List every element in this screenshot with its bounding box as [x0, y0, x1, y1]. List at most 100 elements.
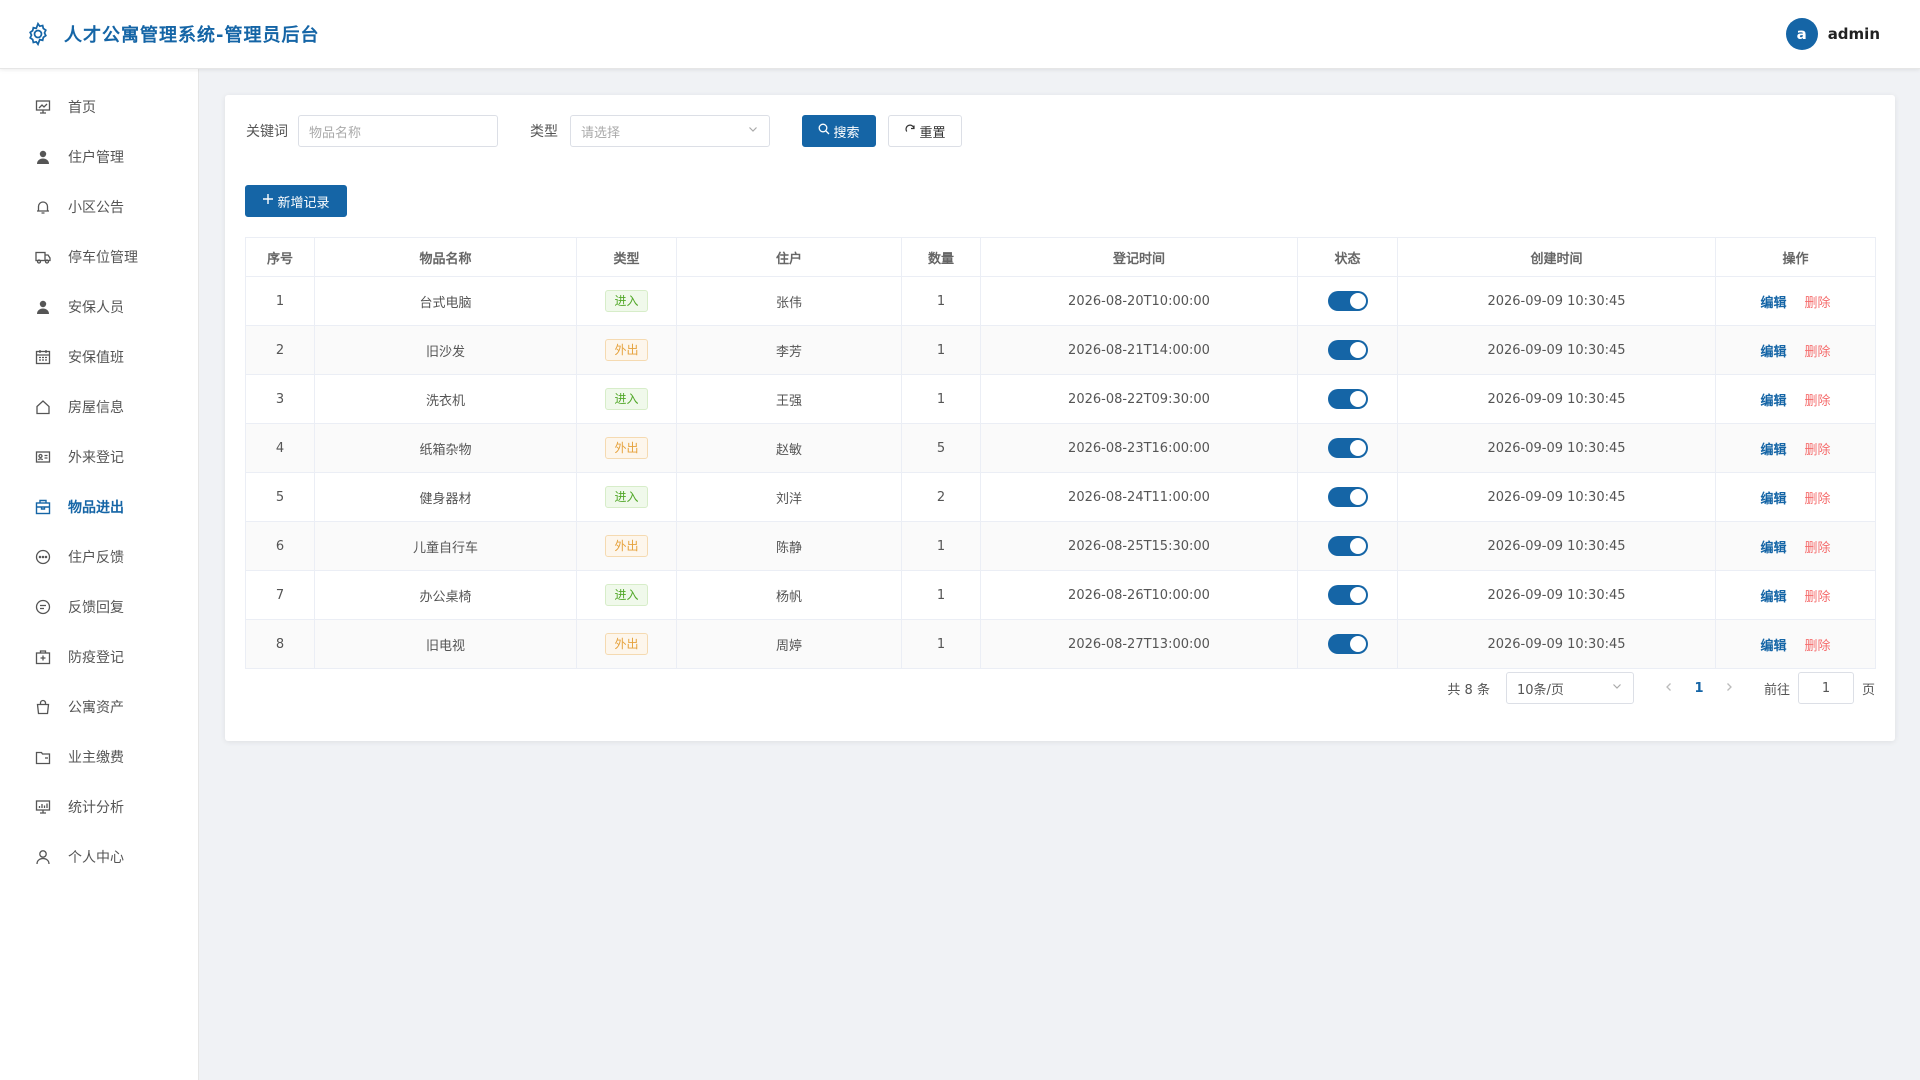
sidebar-item-label: 安保值班: [68, 350, 124, 366]
cell-actions: 编辑 删除: [1715, 276, 1876, 326]
delete-link[interactable]: 删除: [1805, 394, 1831, 409]
app-title: 人才公寓管理系统-管理员后台: [64, 25, 320, 46]
sidebar-item-home[interactable]: 首页: [0, 82, 198, 132]
page-size-select[interactable]: 10条/页: [1505, 672, 1634, 704]
table-row: 3 洗衣机 进入 王强 1 2026-08-22T09:30:00 2026-0…: [245, 374, 1876, 424]
sidebar-item-visitors[interactable]: 外来登记: [0, 432, 198, 482]
type-tag: 进入: [605, 388, 648, 410]
status-toggle[interactable]: [1327, 291, 1368, 311]
cell-qty: 5: [901, 423, 981, 473]
gear-icon: [24, 20, 52, 48]
edit-link[interactable]: 编辑: [1760, 345, 1786, 360]
edit-link[interactable]: 编辑: [1760, 639, 1786, 654]
edit-link[interactable]: 编辑: [1760, 492, 1786, 507]
prev-page-button[interactable]: [1654, 681, 1684, 696]
sidebar-item-label: 统计分析: [68, 800, 124, 816]
goods-table: 序号 物品名称 类型 住户 数量 登记时间 状态 创建时间 操作 1 台式电脑 …: [245, 237, 1876, 669]
dashboard-icon: [34, 98, 52, 116]
sidebar-item-profile[interactable]: 个人中心: [0, 832, 198, 882]
sidebar-item-housing[interactable]: 房屋信息: [0, 382, 198, 432]
keyword-label: 关键词: [246, 124, 288, 140]
status-toggle[interactable]: [1327, 487, 1368, 507]
chat-reply-icon: [34, 598, 52, 616]
cell-reg-time: 2026-08-23T16:00:00: [980, 423, 1298, 473]
calendar-icon: [34, 348, 52, 366]
edit-link[interactable]: 编辑: [1760, 296, 1786, 311]
sidebar-item-label: 住户反馈: [68, 550, 124, 566]
cell-actions: 编辑 删除: [1715, 619, 1876, 669]
sidebar-item-statistics[interactable]: 统计分析: [0, 782, 198, 832]
page-number-current[interactable]: 1: [1684, 681, 1714, 696]
avatar[interactable]: a: [1785, 18, 1818, 50]
edit-link[interactable]: 编辑: [1760, 394, 1786, 409]
sidebar-item-goods[interactable]: 物品进出: [0, 482, 198, 532]
status-toggle[interactable]: [1327, 536, 1368, 556]
edit-link[interactable]: 编辑: [1760, 443, 1786, 458]
status-toggle[interactable]: [1327, 389, 1368, 409]
status-toggle[interactable]: [1327, 634, 1368, 654]
sidebar-item-assets[interactable]: 公寓资产: [0, 682, 198, 732]
sidebar-item-feedback[interactable]: 住户反馈: [0, 532, 198, 582]
username[interactable]: admin: [1828, 25, 1880, 43]
status-toggle[interactable]: [1327, 585, 1368, 605]
delete-link[interactable]: 删除: [1805, 639, 1831, 654]
sidebar-item-label: 首页: [68, 100, 96, 116]
cell-status: [1297, 472, 1398, 522]
next-page-button[interactable]: [1714, 681, 1744, 696]
sidebar-item-payments[interactable]: 业主缴费: [0, 732, 198, 782]
sidebar-item-residents[interactable]: 住户管理: [0, 132, 198, 182]
table-row: 7 办公桌椅 进入 杨帆 1 2026-08-26T10:00:00 2026-…: [245, 570, 1876, 620]
delete-link[interactable]: 删除: [1805, 590, 1831, 605]
cell-actions: 编辑 删除: [1715, 423, 1876, 473]
reset-button[interactable]: 重置: [888, 115, 962, 147]
cell-type: 外出: [576, 423, 677, 473]
edit-link[interactable]: 编辑: [1760, 541, 1786, 556]
toggle-knob: [1349, 342, 1366, 358]
delete-link[interactable]: 删除: [1805, 345, 1831, 360]
col-header-name: 物品名称: [314, 237, 577, 277]
type-tag: 进入: [605, 486, 648, 508]
user-menu[interactable]: a admin: [1785, 18, 1880, 50]
delete-link[interactable]: 删除: [1805, 443, 1831, 458]
table-header-row: 序号 物品名称 类型 住户 数量 登记时间 状态 创建时间 操作: [245, 237, 1876, 277]
bell-icon: [34, 198, 52, 216]
cell-type: 进入: [576, 472, 677, 522]
bag-icon: [34, 698, 52, 716]
cell-resident: 周婷: [676, 619, 902, 669]
cell-resident: 陈静: [676, 521, 902, 571]
sidebar-item-label: 公寓资产: [68, 700, 124, 716]
sidebar-item-feedback-reply[interactable]: 反馈回复: [0, 582, 198, 632]
search-button[interactable]: 搜索: [802, 115, 876, 147]
cell-type: 外出: [576, 325, 677, 375]
cell-created: 2026-09-09 10:30:45: [1397, 374, 1716, 424]
delete-link[interactable]: 删除: [1805, 541, 1831, 556]
cell-actions: 编辑 删除: [1715, 472, 1876, 522]
sidebar-item-parking[interactable]: 停车位管理: [0, 232, 198, 282]
cell-status: [1297, 276, 1398, 326]
cell-status: [1297, 619, 1398, 669]
delete-link[interactable]: 删除: [1805, 492, 1831, 507]
sidebar-item-notices[interactable]: 小区公告: [0, 182, 198, 232]
user-icon: [34, 148, 52, 166]
type-tag: 进入: [605, 584, 648, 606]
sidebar-item-security-staff[interactable]: 安保人员: [0, 282, 198, 332]
cell-reg-time: 2026-08-24T11:00:00: [980, 472, 1298, 522]
cell-name: 台式电脑: [314, 276, 577, 326]
total-count: 共 8 条: [1447, 682, 1490, 698]
cell-index: 2: [245, 325, 315, 375]
type-select[interactable]: 请选择: [570, 115, 770, 147]
edit-link[interactable]: 编辑: [1760, 590, 1786, 605]
id-card-icon: [34, 448, 52, 466]
add-record-button[interactable]: 新增记录: [245, 185, 347, 217]
goto-page-input[interactable]: 1: [1797, 672, 1854, 704]
cell-actions: 编辑 删除: [1715, 570, 1876, 620]
status-toggle[interactable]: [1327, 340, 1368, 360]
sidebar-item-label: 外来登记: [68, 450, 124, 466]
keyword-input[interactable]: 物品名称: [298, 115, 498, 147]
sidebar-item-security-duty[interactable]: 安保值班: [0, 332, 198, 382]
cell-index: 6: [245, 521, 315, 571]
delete-link[interactable]: 删除: [1805, 296, 1831, 311]
sidebar-item-epidemic[interactable]: 防疫登记: [0, 632, 198, 682]
table-row: 5 健身器材 进入 刘洋 2 2026-08-24T11:00:00 2026-…: [245, 472, 1876, 522]
status-toggle[interactable]: [1327, 438, 1368, 458]
